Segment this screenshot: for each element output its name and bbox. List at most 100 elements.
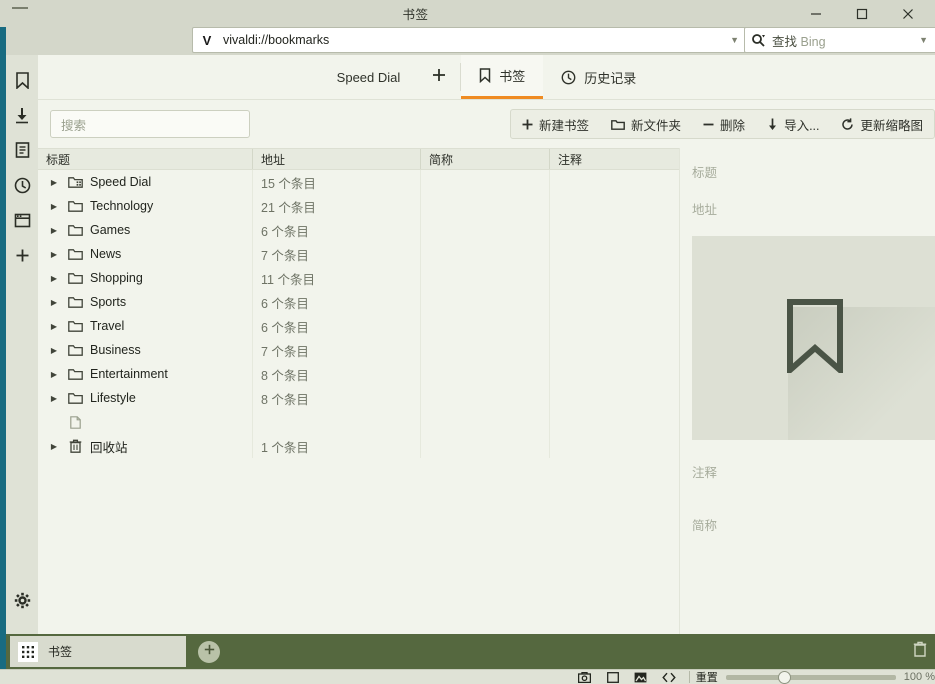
expand-triangle-icon[interactable]: ▶ [48,298,60,307]
table-row[interactable]: ▶Speed Dial15 个条目 [38,170,679,194]
search-chevron-down-icon[interactable]: ▼ [919,35,930,45]
expand-triangle-icon[interactable]: ▶ [48,370,60,379]
cell-title: ▶ Entertainment [38,362,253,386]
code-icon[interactable] [655,672,683,683]
panel-notes[interactable] [6,135,38,170]
plus-icon [15,248,30,268]
expand-triangle-icon[interactable]: ▶ [48,346,60,355]
panel-bookmarks[interactable] [6,65,38,100]
row-title-label: Business [90,343,141,357]
maximize-button[interactable] [839,0,885,27]
window-panel-icon [14,213,31,233]
table-row[interactable]: ▶回收站1 个条目 [38,434,679,458]
row-title-label: Entertainment [90,367,168,381]
tab-speed-dial[interactable]: Speed Dial [319,55,419,99]
expand-triangle-icon[interactable]: ▶ [48,322,60,331]
column-header-title[interactable]: 标题 [38,149,253,169]
camera-icon[interactable] [571,672,599,683]
zoom-reset-button[interactable]: 重置 [696,669,718,684]
refresh-thumbnails-button[interactable]: 更新缩略图 [830,110,934,138]
folder-icon [66,248,84,260]
folder-icon [611,119,625,130]
image-icon[interactable] [627,672,655,683]
zoom-slider-knob[interactable] [778,671,791,684]
speed-dial-folder-icon [66,176,84,188]
panel-history[interactable] [6,170,38,205]
new-bookmark-button[interactable]: 新建书签 [511,110,600,138]
expand-triangle-icon[interactable]: ▶ [48,394,60,403]
tab-add-button[interactable] [418,55,460,99]
window-menu-icon[interactable] [0,0,38,27]
search-input[interactable]: 搜索 [50,110,250,138]
panel-add[interactable] [6,240,38,275]
delete-button[interactable]: 删除 [692,110,756,138]
taskbar: 书签 [0,634,935,669]
tab-history[interactable]: 历史记录 [543,55,654,99]
table-row[interactable]: ▶Shopping11 个条目 [38,266,679,290]
expand-triangle-icon[interactable]: ▶ [48,202,60,211]
detail-title-label: 标题 [692,162,935,181]
cell-address: 1 个条目 [253,434,421,458]
address-input[interactable]: vivaldi://bookmarks [215,33,730,47]
minimize-button[interactable] [793,0,839,27]
expand-triangle-icon[interactable]: ▶ [48,178,60,187]
window-title: 书签 [38,4,793,23]
vivaldi-logo-icon: V [199,32,215,48]
zoom-slider[interactable] [726,670,896,684]
page-icon[interactable] [599,672,627,683]
search-icon [751,33,765,47]
folder-icon [66,320,84,332]
cell-description [550,170,679,194]
column-header-description[interactable]: 注释 [550,149,679,169]
cell-title: ▶ Sports [38,290,253,314]
delete-label: 删除 [720,115,745,134]
chevron-down-icon[interactable]: ▼ [730,35,741,45]
cell-title: ▶Lifestyle [38,386,253,410]
cell-description [550,266,679,290]
table-row[interactable] [38,410,679,434]
search-input[interactable]: 查找 Bing [765,31,919,50]
panel-downloads[interactable] [6,100,38,135]
new-folder-button[interactable]: 新文件夹 [600,110,692,138]
column-header-nickname[interactable]: 简称 [421,149,550,169]
minus-icon [703,119,714,130]
status-bar: 重置 100 % [0,669,935,684]
taskbar-item-bookmarks[interactable]: 书签 [10,636,186,667]
row-title-label: Sports [90,295,126,309]
expand-triangle-icon[interactable]: ▶ [48,274,60,283]
tab-history-label: 历史记录 [584,68,636,87]
address-bar[interactable]: V vivaldi://bookmarks ▼ [192,27,748,53]
search-engine-bar[interactable]: 查找 Bing ▼ [744,27,935,53]
column-header-address[interactable]: 地址 [253,149,421,169]
cell-nickname [421,410,550,434]
status-divider [689,671,690,683]
table-row[interactable]: ▶Lifestyle8 个条目 [38,386,679,410]
row-title-label: Shopping [90,271,143,285]
cell-address: 7 个条目 [253,242,421,266]
table-row[interactable]: ▶Business7 个条目 [38,338,679,362]
expand-triangle-icon[interactable]: ▶ [48,250,60,259]
import-button[interactable]: 导入... [756,110,830,138]
expand-triangle-icon[interactable]: ▶ [48,226,60,235]
table-row[interactable]: ▶Technology21 个条目 [38,194,679,218]
refresh-thumbnails-label: 更新缩略图 [860,115,923,134]
table-row[interactable]: ▶Games6 个条目 [38,218,679,242]
detail-address-label: 地址 [692,199,935,218]
new-bookmark-label: 新建书签 [539,115,589,134]
detail-nickname-label: 简称 [692,515,935,534]
table-row[interactable]: ▶Travel6 个条目 [38,314,679,338]
cell-description [550,338,679,362]
panel-windows[interactable] [6,205,38,240]
toolbar-actions: 新建书签 新文件夹 删除 [510,109,935,139]
taskbar-add-button[interactable] [198,641,220,663]
table-row[interactable]: ▶News7 个条目 [38,242,679,266]
expand-triangle-icon[interactable]: ▶ [48,442,60,451]
settings-button[interactable] [6,585,38,620]
refresh-icon [841,118,854,131]
table-row[interactable]: ▶Entertainment8 个条目 [38,362,679,386]
tab-bookmarks[interactable]: 书签 [461,55,543,99]
table-row[interactable]: ▶Sports6 个条目 [38,290,679,314]
close-button[interactable] [885,0,931,27]
taskbar-tray[interactable] [913,641,935,662]
cell-title: ▶Games [38,218,253,242]
